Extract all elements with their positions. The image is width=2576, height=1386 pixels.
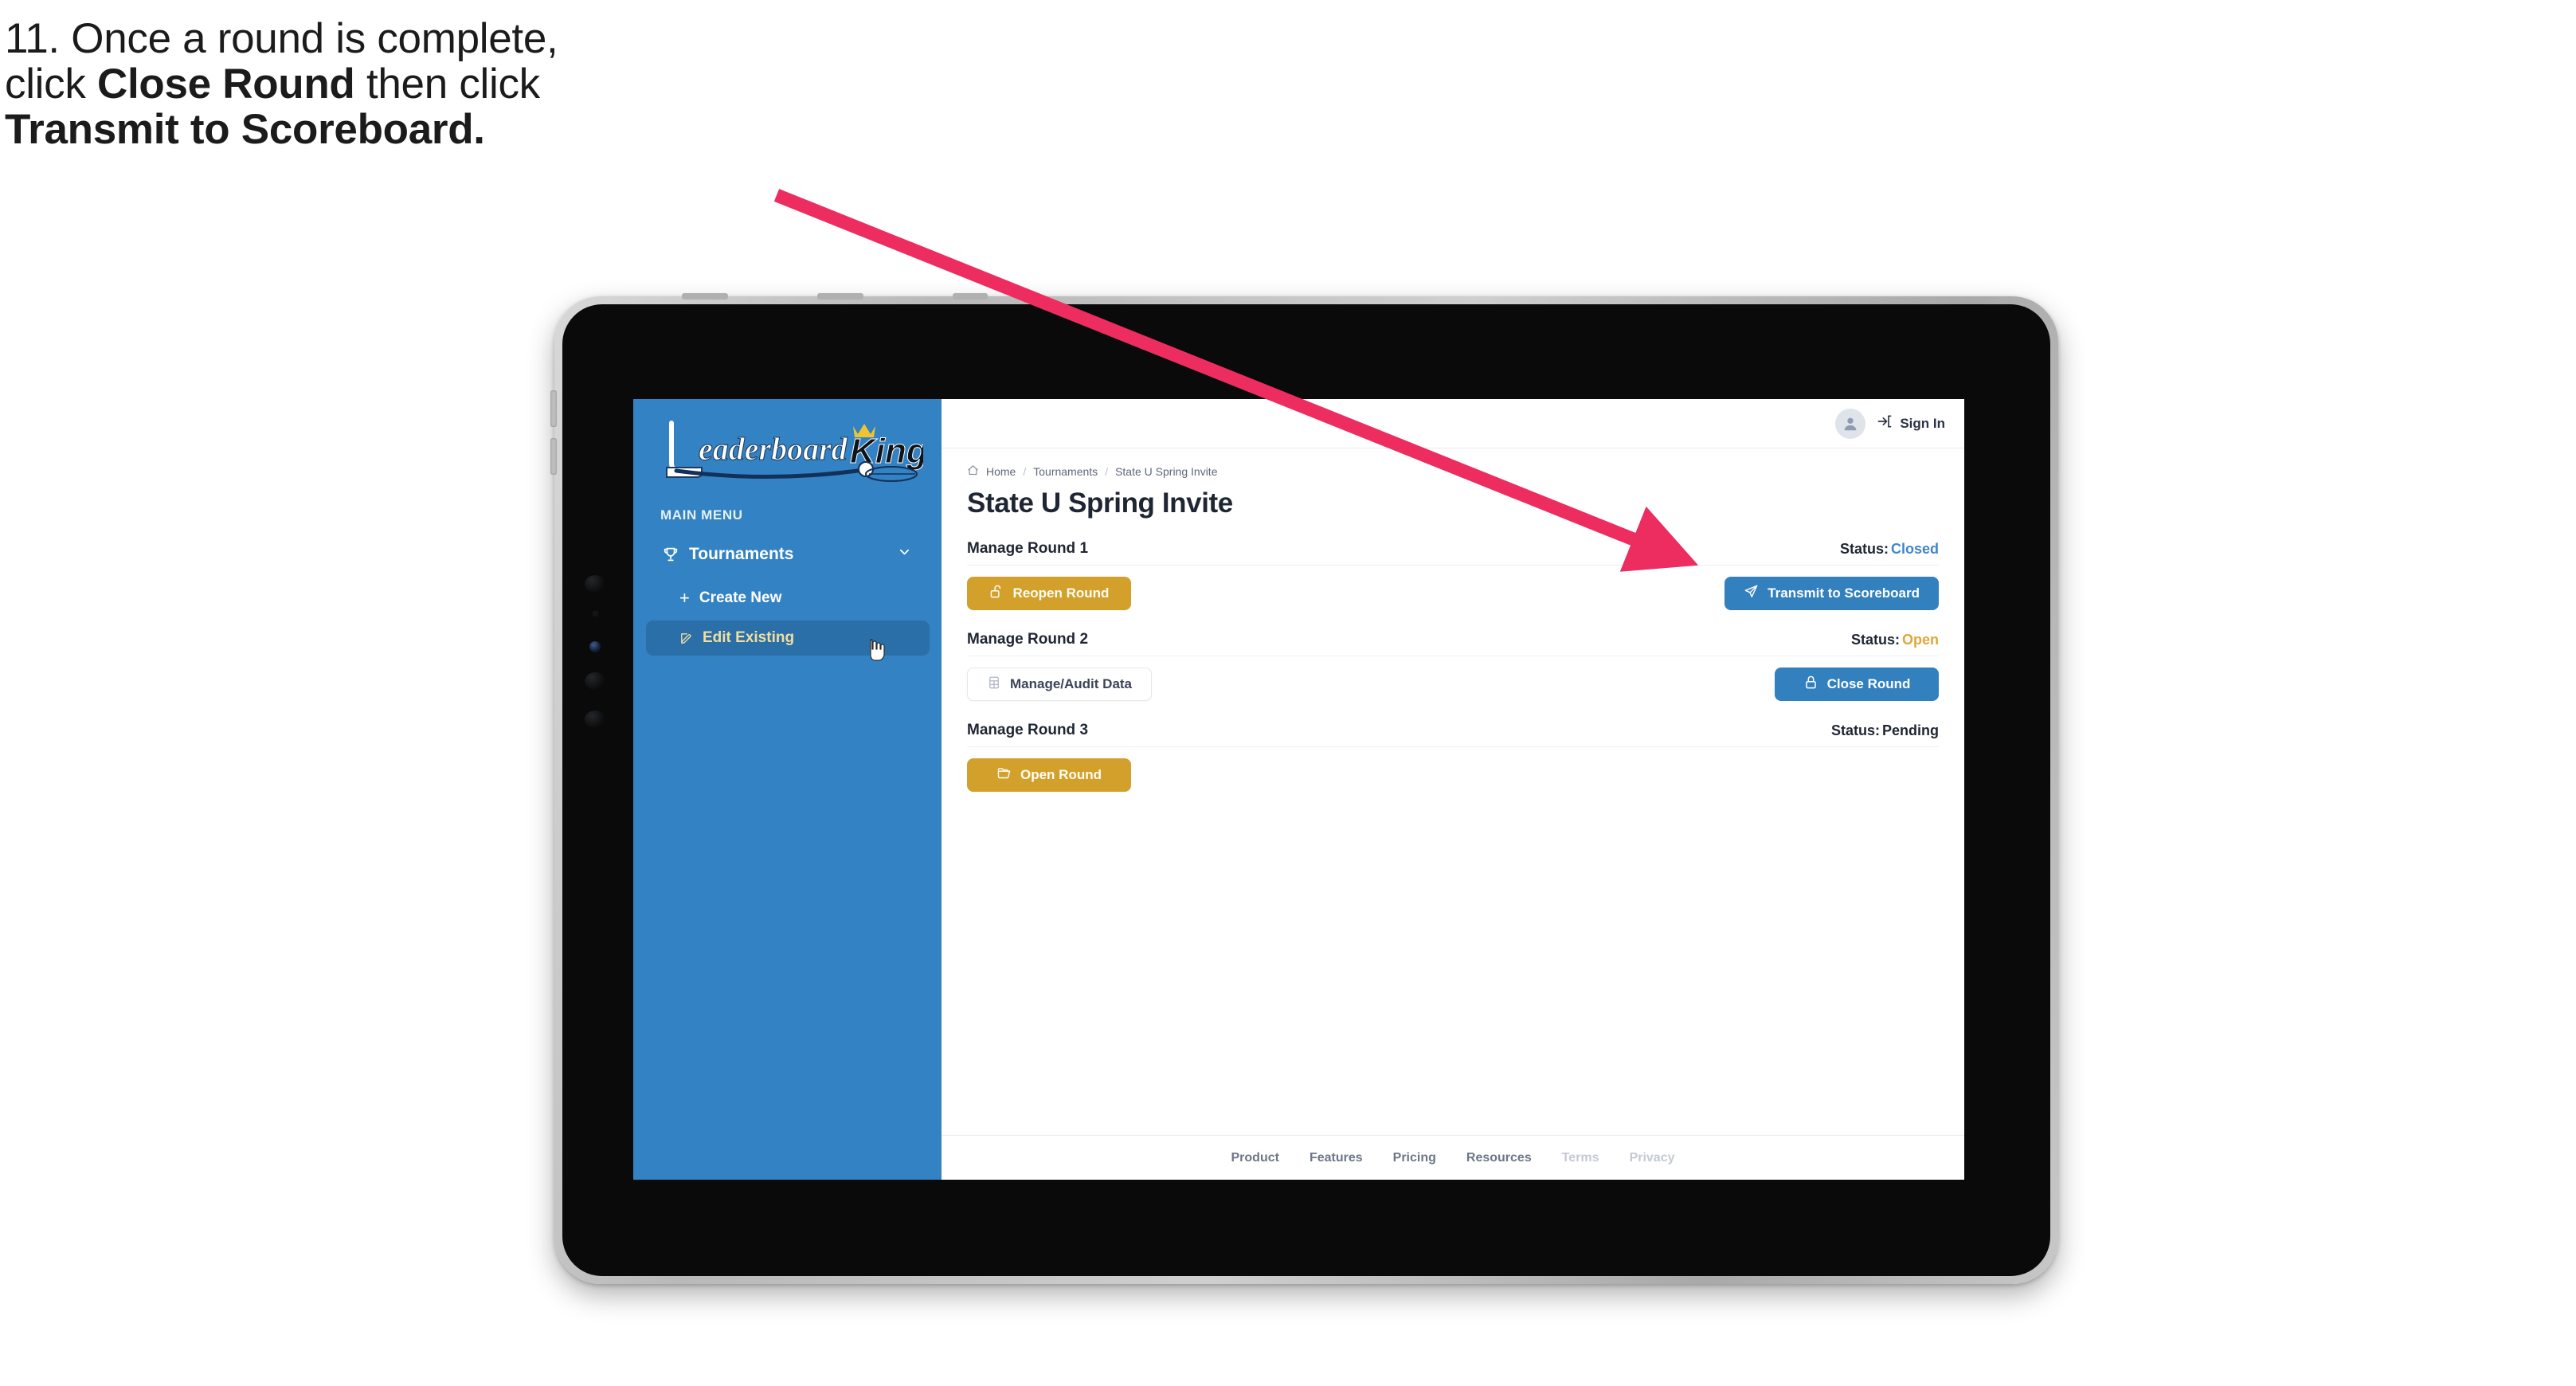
tablet-volume-button-down [550,438,557,475]
sign-in-label: Sign In [1900,415,1945,431]
reopen-round-label: Reopen Round [1012,585,1110,601]
open-round-label: Open Round [1020,767,1102,782]
bezel-camera-dot-3 [585,711,605,728]
round-2-header: Manage Round 2 Status: Open [967,631,1939,656]
open-round-button[interactable]: Open Round [967,758,1131,792]
round-3-status-value: Pending [1882,722,1939,738]
reopen-round-button[interactable]: Reopen Round [967,577,1131,610]
unlock-icon [989,584,1004,603]
svg-text:eaderboard: eaderboard [699,431,848,467]
round-2-status: Status: Open [1851,632,1939,648]
breadcrumb-separator-2: / [1105,465,1109,478]
bezel-camera-lens [589,641,601,652]
caption-line-1: 11. Once a round is complete, [5,15,558,62]
round-3-status: Status: Pending [1831,722,1939,739]
close-round-label: Close Round [1826,676,1911,691]
round-1-status-label: Status: [1839,541,1889,557]
sidebar-item-create-new-label: Create New [699,589,782,606]
home-icon[interactable] [967,464,979,479]
screenshot-root: 11. Once a round is complete, click Clos… [0,0,2576,1386]
instruction-caption: 11. Once a round is complete, click Clos… [5,16,865,153]
tablet-top-button-1 [682,293,728,300]
open-folder-icon [996,765,1012,785]
sidebar-item-edit-existing-label: Edit Existing [703,629,795,646]
bezel-sensor-dot [593,611,598,617]
trophy-icon [659,546,683,563]
bezel-camera-dot-2 [585,672,605,690]
tablet-volume-button-up [550,390,557,427]
plus-icon: + [679,588,690,608]
round-2-actions: Manage/Audit Data Close Round [967,668,1939,701]
close-round-button[interactable]: Close Round [1775,668,1939,701]
round-1-status: Status: Closed [1840,541,1939,558]
bezel-camera-dot-1 [585,575,605,593]
transmit-to-scoreboard-label: Transmit to Scoreboard [1768,585,1920,601]
sign-in-arrow-icon [1877,413,1893,433]
footer-link-product[interactable]: Product [1231,1151,1279,1165]
chevron-down-icon[interactable] [897,545,912,565]
manage-audit-data-label: Manage/Audit Data [1010,676,1133,691]
round-3-actions: Open Round [967,758,1939,792]
caption-line-3: Transmit to Scoreboard. [5,107,865,152]
top-bar: Sign In [942,399,1964,448]
pencil-square-icon [679,632,693,645]
lock-icon [1803,675,1818,694]
breadcrumb-item-tournaments[interactable]: Tournaments [1033,465,1098,478]
footer-link-features[interactable]: Features [1310,1151,1363,1165]
leaderboard-king-logo[interactable]: eaderboard King [652,413,928,487]
round-1-title: Manage Round 1 [967,540,1089,557]
breadcrumb-item-current: State U Spring Invite [1115,465,1218,478]
breadcrumb-separator-1: / [1023,465,1027,478]
footer-link-resources[interactable]: Resources [1466,1151,1532,1165]
round-1-actions: Reopen Round Transmit to Scoreboard [967,577,1939,610]
caption-line-2-post: then click [354,61,540,108]
round-block-3: Manage Round 3 Status: Pending Open Roun… [967,722,1939,792]
content-body: Home / Tournaments / State U Spring Invi… [942,448,1964,1135]
breadcrumb: Home / Tournaments / State U Spring Invi… [967,464,1939,479]
round-3-status-label: Status: [1830,722,1880,738]
round-3-header: Manage Round 3 Status: Pending [967,722,1939,747]
mouse-cursor-hand [870,639,885,661]
round-2-status-label: Status: [1850,632,1900,648]
caption-transmit-bold: Transmit to Scoreboard. [5,106,485,154]
round-1-status-value: Closed [1890,541,1939,557]
sign-in-button[interactable]: Sign In [1877,413,1945,433]
tablet-top-button-3 [953,293,988,300]
table-grid-icon [987,675,1001,694]
page-title: State U Spring Invite [967,487,1233,519]
round-2-status-value: Open [1901,632,1939,648]
sidebar-item-create-new[interactable]: + Create New [646,581,930,616]
transmit-to-scoreboard-button[interactable]: Transmit to Scoreboard [1725,577,1939,610]
paper-plane-icon [1744,584,1759,603]
round-block-2: Manage Round 2 Status: Open Manage/Audit… [967,631,1939,701]
footer: Product Features Pricing Resources Terms… [942,1135,1964,1180]
user-avatar-icon[interactable] [1835,408,1866,439]
sidebar: eaderboard King MAIN MENU Tournaments + … [633,399,942,1180]
footer-link-privacy[interactable]: Privacy [1630,1151,1675,1165]
sidebar-item-tournaments[interactable]: Tournaments [646,536,930,573]
round-3-title: Manage Round 3 [967,722,1089,738]
manage-audit-data-button[interactable]: Manage/Audit Data [967,668,1153,701]
footer-link-pricing[interactable]: Pricing [1393,1151,1436,1165]
sidebar-item-edit-existing[interactable]: Edit Existing [646,621,930,656]
caption-line-2-pre: click [5,61,97,108]
caption-close-round-bold: Close Round [96,61,355,108]
round-1-header: Manage Round 1 Status: Closed [967,540,1939,566]
round-block-1: Manage Round 1 Status: Closed Reopen Rou… [967,540,1939,610]
breadcrumb-item-home[interactable]: Home [986,465,1016,478]
tablet-top-button-2 [817,293,863,300]
footer-link-terms[interactable]: Terms [1562,1151,1599,1165]
sidebar-section-label: MAIN MENU [660,507,743,523]
main-content: Sign In Home / Tournaments / State U Spr… [942,399,1964,1180]
sidebar-item-tournaments-label: Tournaments [689,545,794,563]
round-2-title: Manage Round 2 [967,631,1089,648]
caption-line-2: click Close Round then click [5,61,865,107]
web-app-viewport: eaderboard King MAIN MENU Tournaments + … [633,399,1964,1180]
